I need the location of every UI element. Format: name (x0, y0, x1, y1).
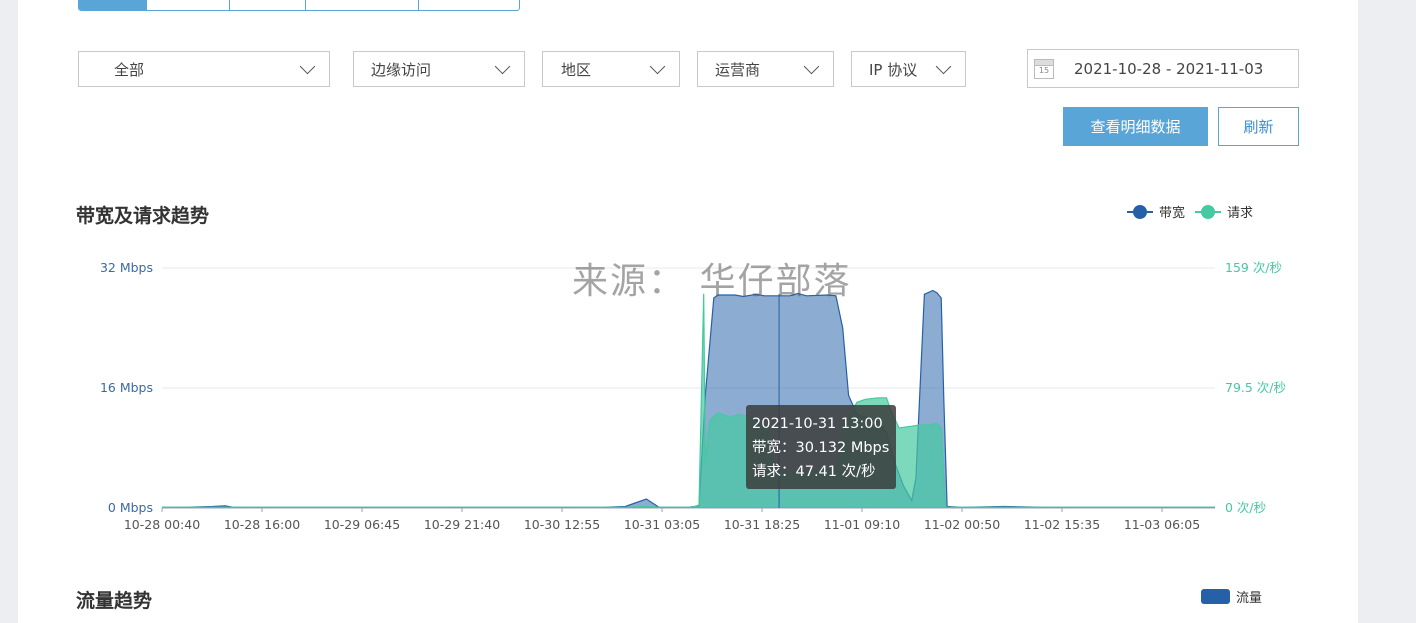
x-tick-label: 11-02 00:50 (924, 517, 1000, 532)
y-right-tick-label: 79.5 次/秒 (1225, 380, 1286, 395)
tooltip-requests: 请求：47.41 次/秒 (752, 464, 876, 480)
x-tick-label: 10-29 06:45 (324, 517, 400, 532)
x-tick-label: 11-03 06:05 (1124, 517, 1200, 532)
x-tick-label: 10-31 18:25 (724, 517, 800, 532)
series-line-bandwidth (162, 289, 1215, 508)
x-tick-label: 10-28 16:00 (224, 517, 300, 532)
traffic-legend-swatch (1201, 589, 1230, 604)
series-area-bandwidth (162, 290, 1215, 508)
y-left-tick-label: 16 Mbps (100, 380, 153, 395)
chart-tooltip: 2021-10-31 13:00 带宽：30.132 Mbps 请求：47.41… (746, 405, 896, 489)
x-tick-label: 11-01 09:10 (824, 517, 900, 532)
y-left-tick-label: 0 Mbps (108, 500, 153, 515)
x-tick-label: 10-28 00:40 (124, 517, 200, 532)
x-tick-label: 10-30 12:55 (524, 517, 600, 532)
y-right-tick-label: 159 次/秒 (1225, 260, 1282, 275)
x-tick-label: 10-31 03:05 (624, 517, 700, 532)
y-right-tick-label: 0 次/秒 (1225, 500, 1266, 515)
y-left-tick-label: 32 Mbps (100, 260, 153, 275)
watermark-text: 来源： 华仔部落 (572, 261, 852, 302)
bandwidth-request-chart[interactable]: 0 Mbps 0 次/秒 16 Mbps 79.5 次/秒 32 Mbps 159 次/秒… (0, 0, 1416, 623)
traffic-legend-label: 流量 (1236, 591, 1263, 606)
series-line-requests (162, 293, 1215, 508)
traffic-section-title: 流量趋势 (76, 590, 153, 612)
series-area-requests (162, 293, 1215, 508)
traffic-legend: 流量 (1201, 587, 1262, 606)
x-tick-label: 11-02 15:35 (1024, 517, 1100, 532)
tooltip-bandwidth: 带宽：30.132 Mbps (752, 440, 890, 456)
tooltip-time: 2021-10-31 13:00 (752, 416, 883, 432)
x-tick-label: 10-29 21:40 (424, 517, 500, 532)
